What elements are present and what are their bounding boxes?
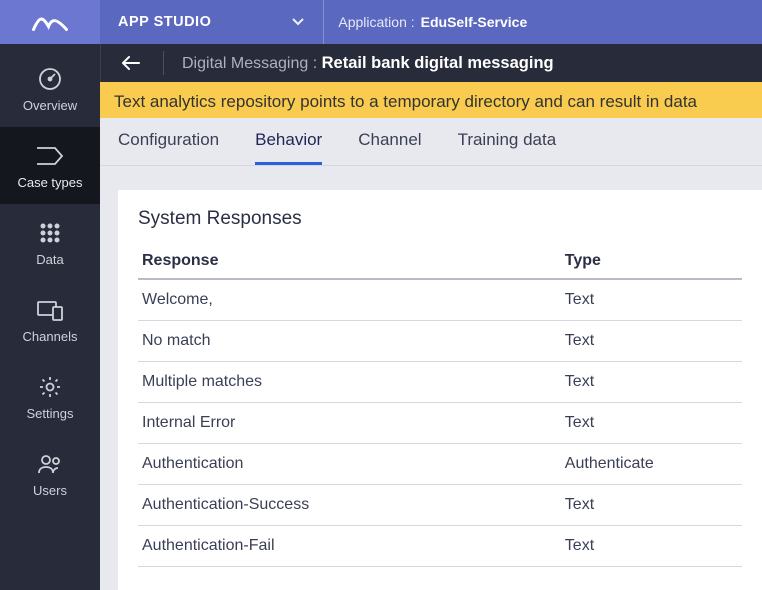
grid-icon — [39, 220, 61, 246]
tab-channel[interactable]: Channel — [358, 130, 421, 165]
table-row[interactable]: Multiple matchesText — [138, 362, 742, 403]
cell-response: Authentication — [138, 444, 561, 485]
tabs: Configuration Behavior Channel Training dat… — [100, 118, 762, 166]
studio-switcher[interactable]: APP STUDIO — [100, 0, 324, 44]
tag-icon — [35, 143, 65, 169]
sidebar-item-label: Case types — [17, 175, 82, 190]
breadcrumb: Digital Messaging : Retail bank digital … — [182, 54, 554, 73]
table-row[interactable]: Authentication-SuccessText — [138, 485, 742, 526]
cell-type: Text — [561, 362, 742, 403]
sidebar-item-label: Data — [36, 252, 63, 267]
users-icon — [37, 451, 63, 477]
main-content: Digital Messaging : Retail bank digital … — [100, 44, 762, 590]
cell-response: Internal Error — [138, 403, 561, 444]
cell-response: No match — [138, 321, 561, 362]
cell-response: Authentication-Success — [138, 485, 561, 526]
arrow-left-icon — [121, 55, 141, 71]
sidebar-item-label: Users — [33, 483, 67, 498]
column-header-response: Response — [138, 244, 561, 279]
sidebar-item-label: Channels — [23, 329, 78, 344]
breadcrumb-section: Digital Messaging : — [182, 55, 317, 72]
table-row[interactable]: Authentication-FailText — [138, 526, 742, 567]
cell-type: Text — [561, 403, 742, 444]
tab-training-data[interactable]: Training data — [458, 130, 557, 165]
cell-type: Authenticate — [561, 444, 742, 485]
tab-configuration[interactable]: Configuration — [118, 130, 219, 165]
gauge-icon — [37, 66, 63, 92]
cell-type: Text — [561, 526, 742, 567]
cell-type: Text — [561, 279, 742, 321]
studio-label: APP STUDIO — [118, 14, 211, 30]
table-row[interactable]: Welcome,Text — [138, 279, 742, 321]
column-header-type: Type — [561, 244, 742, 279]
cell-response: Multiple matches — [138, 362, 561, 403]
application-prefix: Application : — [338, 14, 414, 30]
pega-logo-icon — [32, 10, 68, 34]
sidebar: Overview Case types Data Channels Settings Us… — [0, 44, 100, 590]
sidebar-item-channels[interactable]: Channels — [0, 281, 100, 358]
sidebar-item-settings[interactable]: Settings — [0, 358, 100, 435]
logo[interactable] — [0, 0, 100, 44]
responses-panel: System Responses Response Type Welcome,T… — [118, 190, 762, 590]
sidebar-item-case-types[interactable]: Case types — [0, 127, 100, 204]
table-row[interactable]: AuthenticationAuthenticate — [138, 444, 742, 485]
sidebar-item-overview[interactable]: Overview — [0, 50, 100, 127]
table-row[interactable]: No matchText — [138, 321, 742, 362]
back-button[interactable] — [117, 49, 145, 77]
responses-table: Response Type Welcome,TextNo matchTextMu… — [138, 244, 742, 567]
devices-icon — [36, 297, 64, 323]
application-name[interactable]: Application : EduSelf-Service — [324, 14, 541, 30]
warning-banner: Text analytics repository points to a te… — [100, 82, 762, 118]
sidebar-item-label: Overview — [23, 98, 77, 113]
chevron-down-icon — [291, 14, 305, 30]
separator — [163, 51, 164, 75]
tab-behavior[interactable]: Behavior — [255, 130, 322, 165]
sidebar-item-data[interactable]: Data — [0, 204, 100, 281]
gear-icon — [38, 374, 62, 400]
cell-type: Text — [561, 485, 742, 526]
breadcrumb-title: Retail bank digital messaging — [322, 54, 554, 72]
sidebar-item-label: Settings — [27, 406, 74, 421]
cell-response: Authentication-Fail — [138, 526, 561, 567]
panel-heading: System Responses — [138, 208, 742, 230]
sidebar-item-users[interactable]: Users — [0, 435, 100, 512]
application-value: EduSelf-Service — [421, 14, 528, 30]
table-row[interactable]: Internal ErrorText — [138, 403, 742, 444]
breadcrumb-bar: Digital Messaging : Retail bank digital … — [100, 44, 762, 82]
cell-response: Welcome, — [138, 279, 561, 321]
cell-type: Text — [561, 321, 742, 362]
topbar: APP STUDIO Application : EduSelf-Service — [0, 0, 762, 44]
